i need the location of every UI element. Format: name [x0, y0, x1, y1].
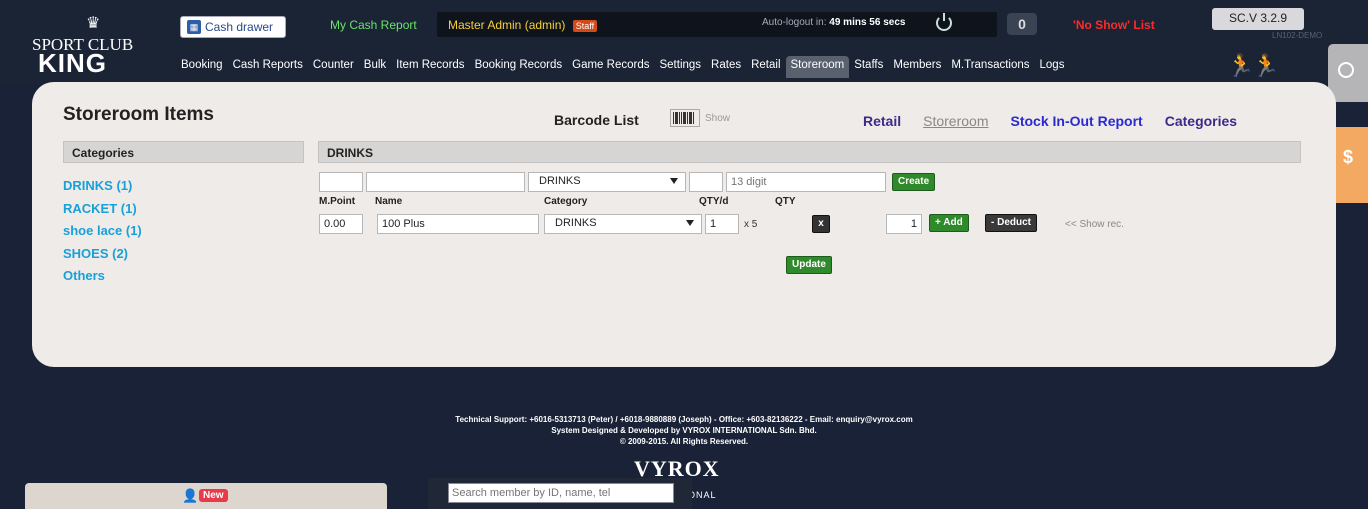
nav-booking[interactable]: Booking: [176, 56, 228, 78]
col-mpoint: M.Point: [319, 196, 356, 207]
main-panel: Storeroom Items Barcode List Show Retail…: [32, 82, 1336, 367]
runner-icons: 🏃🏃: [1227, 53, 1280, 79]
nav-m-transactions[interactable]: M.Transactions: [946, 56, 1034, 78]
nav-settings[interactable]: Settings: [654, 56, 706, 78]
col-name: Name: [375, 196, 403, 207]
power-icon[interactable]: [936, 13, 952, 31]
new-mpoint-input[interactable]: [319, 172, 363, 192]
item-category-value: DRINKS: [555, 217, 597, 229]
notification-count[interactable]: 0: [1007, 13, 1037, 35]
autologout-time: 49 mins 56 secs: [829, 17, 906, 28]
member-search-bar: [428, 478, 692, 509]
developer-line: System Designed & Developed by VYROX INT…: [551, 426, 817, 435]
new-qty-input[interactable]: [689, 172, 723, 192]
chevron-down-icon: [686, 220, 694, 226]
crown-icon: ♛: [86, 15, 101, 32]
category-shoe-lace[interactable]: shoe lace (1): [63, 220, 142, 243]
nav-rates[interactable]: Rates: [706, 56, 746, 78]
key-icon: [1338, 62, 1354, 78]
autologout-timer: Auto-logout in: 49 mins 56 secs: [762, 17, 905, 28]
my-cash-report-link[interactable]: My Cash Report: [330, 18, 417, 32]
item-multiplier: x 5: [744, 219, 758, 230]
role-badge: Staff: [572, 20, 598, 32]
deduct-stock-button[interactable]: - Deduct: [985, 214, 1037, 232]
category-shoes[interactable]: SHOES (2): [63, 243, 142, 266]
logo[interactable]: ♛ SPORT CLUB KING: [32, 15, 133, 77]
barcode-show-link[interactable]: Show: [705, 113, 730, 124]
nav-bulk[interactable]: Bulk: [359, 56, 391, 78]
categories-link[interactable]: Categories: [1165, 113, 1237, 129]
nav-game-records[interactable]: Game Records: [567, 56, 654, 78]
remove-item-button[interactable]: x: [812, 215, 830, 233]
barcode-list-label: Barcode List: [554, 112, 639, 128]
nav-retail[interactable]: Retail: [746, 56, 785, 78]
cash-drawer-button[interactable]: ▦ Cash drawer: [180, 16, 286, 38]
nav-counter[interactable]: Counter: [308, 56, 359, 78]
col-category: Category: [544, 196, 588, 207]
stock-in-out-report-link[interactable]: Stock In-Out Report: [1010, 113, 1142, 129]
new-name-input[interactable]: [366, 172, 525, 192]
new-category-select[interactable]: DRINKS: [528, 172, 686, 192]
item-name-input[interactable]: [377, 214, 539, 234]
col-qty: QTY: [775, 196, 796, 207]
support-line: Technical Support: +6016-5313713 (Peter)…: [455, 415, 913, 424]
retail-link[interactable]: Retail: [863, 113, 901, 129]
category-others[interactable]: Others: [63, 265, 142, 288]
nav-item-records[interactable]: Item Records: [391, 56, 469, 78]
section-links: Retail Storeroom Stock In-Out Report Cat…: [863, 113, 1237, 129]
chevron-down-icon: [670, 178, 678, 184]
new-category-value: DRINKS: [539, 175, 581, 187]
nav-members[interactable]: Members: [888, 56, 946, 78]
cash-drawer-icon: ▦: [187, 20, 201, 34]
barcode-icon[interactable]: [670, 109, 700, 127]
instance-label: LN102-DEMO: [1272, 31, 1323, 40]
item-qtyd-input[interactable]: [705, 214, 739, 234]
nav-booking-records[interactable]: Booking Records: [470, 56, 568, 78]
section-heading: DRINKS: [318, 141, 1301, 163]
storeroom-link[interactable]: Storeroom: [923, 113, 988, 129]
runner-icon: 🏃: [1252, 53, 1279, 78]
user-label: Master Admin (admin): [448, 18, 566, 32]
add-stock-button[interactable]: + Add: [929, 214, 969, 232]
no-show-list-link[interactable]: 'No Show' List: [1073, 18, 1155, 32]
top-bar: ♛ SPORT CLUB KING ▦ Cash drawer My Cash …: [0, 0, 1368, 84]
new-member-tab[interactable]: 👤 New: [25, 483, 387, 509]
update-button[interactable]: Update: [786, 256, 832, 274]
create-button[interactable]: Create: [892, 173, 936, 191]
nav-cash-reports[interactable]: Cash Reports: [228, 56, 308, 78]
nav-storeroom[interactable]: Storeroom: [785, 56, 850, 78]
dollar-download-icon: $: [1342, 147, 1353, 167]
category-list: DRINKS (1) RACKET (1) shoe lace (1) SHOE…: [63, 175, 142, 288]
main-nav: Booking Cash Reports Counter Bulk Item R…: [176, 56, 1069, 78]
new-badge: New: [199, 489, 228, 502]
autologout-prefix: Auto-logout in:: [762, 17, 827, 28]
page-title: Storeroom Items: [63, 104, 214, 125]
footer: Technical Support: +6016-5313713 (Peter)…: [0, 414, 1368, 447]
item-category-select[interactable]: DRINKS: [544, 214, 702, 234]
nav-logs[interactable]: Logs: [1035, 56, 1070, 78]
person-icon: 👤: [182, 488, 199, 503]
category-racket[interactable]: RACKET (1): [63, 198, 142, 221]
barcode-input[interactable]: [726, 172, 886, 192]
item-amount-input[interactable]: [886, 214, 922, 234]
item-mpoint-input[interactable]: [319, 214, 363, 234]
category-drinks[interactable]: DRINKS (1): [63, 175, 142, 198]
member-search-input[interactable]: [448, 483, 674, 503]
user-info: Master Admin (admin) Staff: [448, 18, 598, 32]
login-side-tab[interactable]: [1328, 44, 1368, 102]
nav-staffs[interactable]: Staffs: [849, 56, 888, 78]
cash-drawer-label: Cash drawer: [205, 20, 274, 34]
version-badge: SC.V 3.2.9: [1212, 8, 1304, 30]
copyright-line: © 2009-2015. All Rights Reserved.: [619, 437, 749, 446]
show-records-link[interactable]: << Show rec.: [1065, 219, 1124, 230]
categories-heading: Categories: [63, 141, 304, 163]
col-qtyd: QTY/d: [699, 196, 729, 207]
runner-icon: 🏃: [1227, 53, 1254, 78]
